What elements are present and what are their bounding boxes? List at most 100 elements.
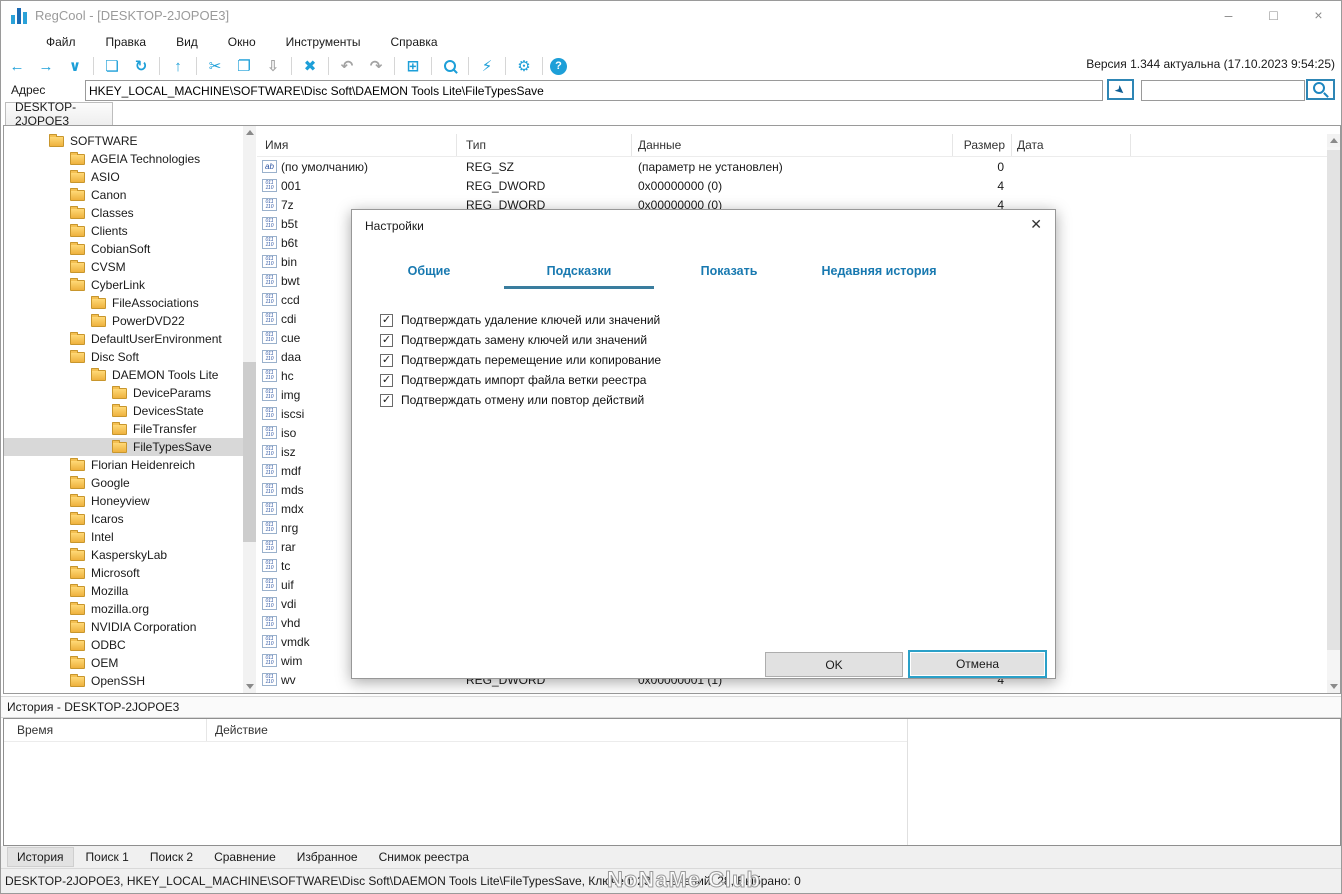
key-classes[interactable]: Classes <box>4 204 255 222</box>
menu-help[interactable]: Справка <box>391 35 438 49</box>
filter-input[interactable] <box>1141 80 1305 101</box>
forward-icon[interactable]: → <box>35 56 57 77</box>
new-key-icon[interactable]: ⊞ <box>402 56 424 77</box>
key-mozilla[interactable]: Mozilla <box>4 582 255 600</box>
column-header-type[interactable]: Тип <box>457 134 632 156</box>
tab-compare[interactable]: Сравнение <box>205 848 285 866</box>
tree-scrollbar[interactable] <box>243 126 256 693</box>
go-button[interactable]: ➤ <box>1107 79 1134 100</box>
key-openssh[interactable]: OpenSSH <box>4 672 255 690</box>
key-odbc[interactable]: ODBC <box>4 636 255 654</box>
column-header-name[interactable]: Имя <box>257 134 457 156</box>
tab-favorites[interactable]: Избранное <box>288 848 367 866</box>
menu-view[interactable]: Вид <box>176 35 198 49</box>
list-scrollbar-thumb[interactable] <box>1327 150 1340 650</box>
separator[interactable] <box>431 57 432 75</box>
key-kasperskylab[interactable]: KasperskyLab <box>4 546 255 564</box>
tab-registry-snapshot[interactable]: Снимок реестра <box>370 848 478 866</box>
history-column-action[interactable]: Действие <box>207 719 907 741</box>
key-filetransfer[interactable]: FileTransfer <box>4 420 255 438</box>
redo-icon[interactable]: ↷ <box>365 56 387 77</box>
scroll-down-icon[interactable] <box>243 680 256 693</box>
key-icaros[interactable]: Icaros <box>4 510 255 528</box>
registry-value-row[interactable]: 011 110 001 REG_DWORD 0x00000000 (0) 4 <box>257 176 1340 195</box>
checkbox-checked-icon[interactable]: ✓ <box>380 313 393 327</box>
tab-search-1[interactable]: Поиск 1 <box>77 848 138 866</box>
settings-icon[interactable]: ⚙ <box>513 56 535 77</box>
key-canon[interactable]: Canon <box>4 186 255 204</box>
history-column-time[interactable]: Время <box>4 719 207 741</box>
checkbox-checked-icon[interactable]: ✓ <box>380 333 393 347</box>
cut-icon[interactable]: ✂ <box>204 56 226 77</box>
ok-button[interactable]: OK <box>765 652 903 677</box>
minimize-button[interactable]: – <box>1206 1 1251 31</box>
tab-search-2[interactable]: Поиск 2 <box>141 848 202 866</box>
column-header-date[interactable]: Дата <box>1012 134 1131 156</box>
registry-value-row[interactable]: ab (по умолчанию) REG_SZ (параметр не ус… <box>257 157 1340 176</box>
scroll-up-icon[interactable] <box>1327 134 1340 147</box>
refresh-icon[interactable]: ↻ <box>130 56 152 77</box>
separator[interactable] <box>394 57 395 75</box>
key-florian-heidenreich[interactable]: Florian Heidenreich <box>4 456 255 474</box>
history-dropdown-icon[interactable]: ∨ <box>64 56 86 77</box>
close-button[interactable]: × <box>1296 1 1341 31</box>
tab-recent-history[interactable]: Недавняя история <box>804 257 954 289</box>
key-daemon-tools-lite[interactable]: DAEMON Tools Lite <box>4 366 255 384</box>
undo-icon[interactable]: ↶ <box>336 56 358 77</box>
copy-icon[interactable]: ❐ <box>233 56 255 77</box>
separator[interactable] <box>542 57 543 75</box>
connect-computer-icon[interactable]: ❏ <box>101 56 123 77</box>
help-icon[interactable]: ? <box>550 57 567 75</box>
key-disc-soft[interactable]: Disc Soft <box>4 348 255 366</box>
separator[interactable] <box>159 57 160 75</box>
menu-window[interactable]: Окно <box>228 35 256 49</box>
separator[interactable] <box>196 57 197 75</box>
key-ageia-technologies[interactable]: AGEIA Technologies <box>4 150 255 168</box>
key-cvsm[interactable]: CVSM <box>4 258 255 276</box>
menu-edit[interactable]: Правка <box>106 35 147 49</box>
checkbox-checked-icon[interactable]: ✓ <box>380 353 393 367</box>
key-asio[interactable]: ASIO <box>4 168 255 186</box>
search-icon[interactable] <box>439 56 461 77</box>
paste-icon[interactable]: ⇩ <box>262 56 284 77</box>
key-filetypessave[interactable]: FileTypesSave <box>4 438 255 456</box>
maximize-button[interactable]: □ <box>1251 1 1296 31</box>
tab-show[interactable]: Показать <box>654 257 804 289</box>
key-oem[interactable]: OEM <box>4 654 255 672</box>
cancel-button[interactable]: Отмена <box>908 650 1047 678</box>
search-button[interactable] <box>1306 79 1335 100</box>
dialog-close-icon[interactable]: ✕ <box>1030 216 1042 233</box>
key-google[interactable]: Google <box>4 474 255 492</box>
checkbox-checked-icon[interactable]: ✓ <box>380 393 393 407</box>
key-powerdvd22[interactable]: PowerDVD22 <box>4 312 255 330</box>
key-cobiansoft[interactable]: CobianSoft <box>4 240 255 258</box>
tab-history[interactable]: История <box>7 847 74 867</box>
separator[interactable] <box>93 57 94 75</box>
session-tab[interactable]: DESKTOP-2JOPOE3 <box>5 100 113 128</box>
key-devicesstate[interactable]: DevicesState <box>4 402 255 420</box>
checkbox-checked-icon[interactable]: ✓ <box>380 373 393 387</box>
key-microsoft[interactable]: Microsoft <box>4 564 255 582</box>
key-cyberlink[interactable]: CyberLink <box>4 276 255 294</box>
key-honeyview[interactable]: Honeyview <box>4 492 255 510</box>
compare-icon[interactable]: ⚡ <box>476 56 498 77</box>
scroll-up-icon[interactable] <box>243 126 256 139</box>
key-defaultuserenvironment[interactable]: DefaultUserEnvironment <box>4 330 255 348</box>
separator[interactable] <box>505 57 506 75</box>
key-fileassociations[interactable]: FileAssociations <box>4 294 255 312</box>
menu-tools[interactable]: Инструменты <box>286 35 361 49</box>
column-header-size[interactable]: Размер <box>953 134 1012 156</box>
key-clients[interactable]: Clients <box>4 222 255 240</box>
separator[interactable] <box>468 57 469 75</box>
tab-hints[interactable]: Подсказки <box>504 257 654 289</box>
delete-icon[interactable]: ✖ <box>299 56 321 77</box>
key-mozilla-org[interactable]: mozilla.org <box>4 600 255 618</box>
tab-general[interactable]: Общие <box>354 257 504 289</box>
tree-scrollbar-thumb[interactable] <box>243 362 256 542</box>
history-panel-divider[interactable] <box>907 719 908 845</box>
key-intel[interactable]: Intel <box>4 528 255 546</box>
separator[interactable] <box>291 57 292 75</box>
column-header-data[interactable]: Данные <box>632 134 953 156</box>
menu-file[interactable]: Файл <box>46 35 76 49</box>
separator[interactable] <box>328 57 329 75</box>
